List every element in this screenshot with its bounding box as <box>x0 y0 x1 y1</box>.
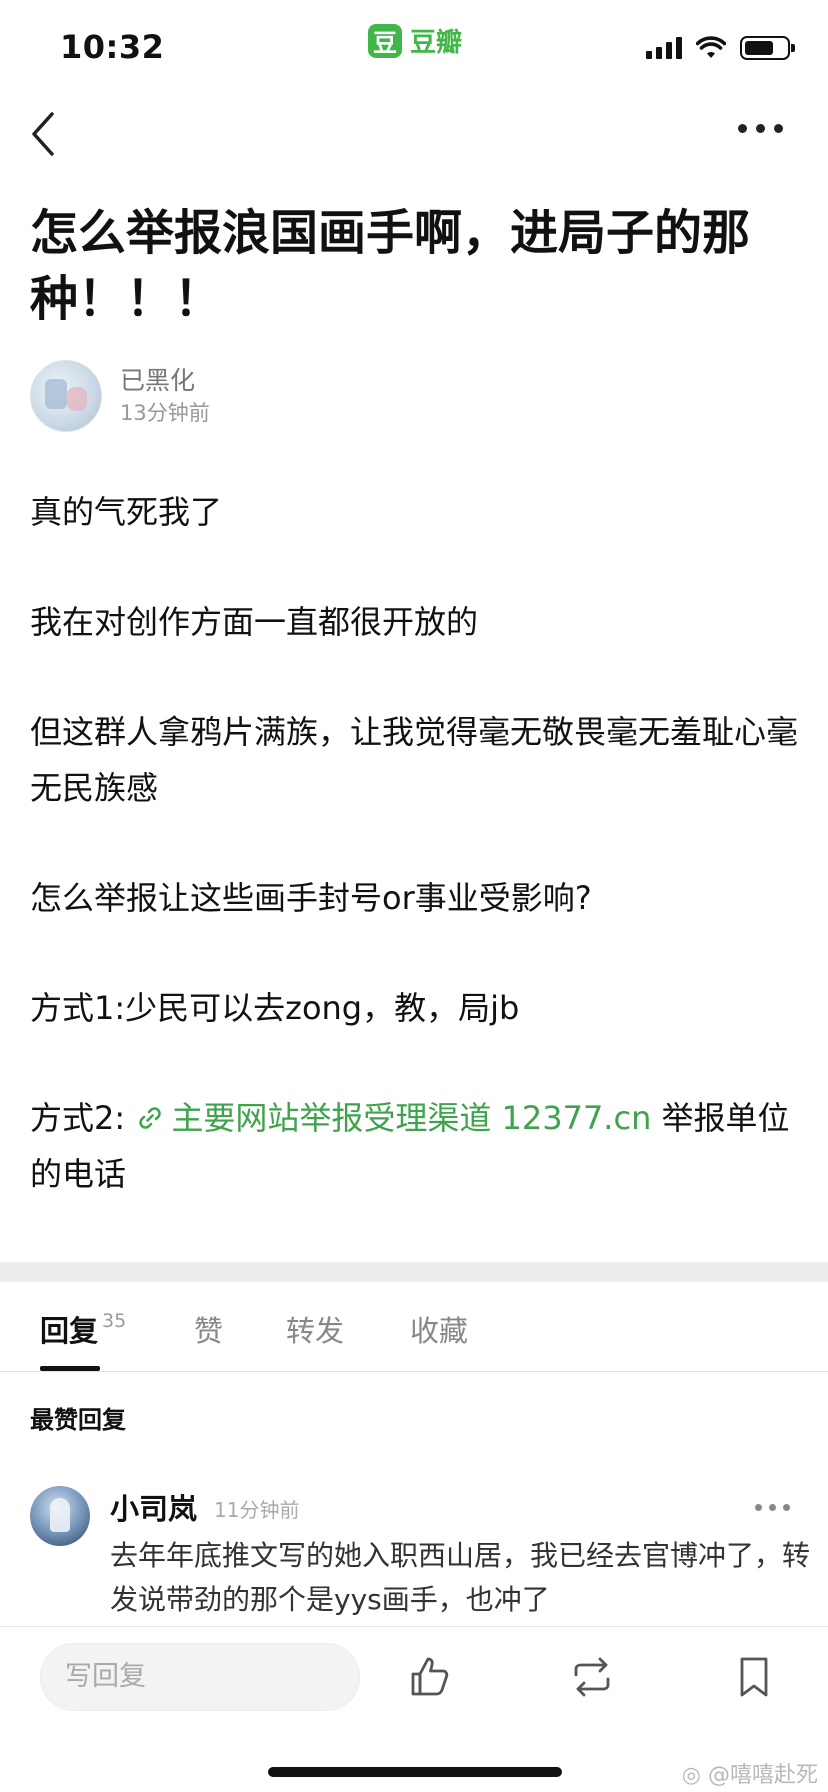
tab-reposts[interactable]: 转发 <box>286 1308 344 1350</box>
link-text: 主要网站举报受理渠道 12377.cn <box>171 1099 652 1137</box>
paragraph-prefix: 方式2: <box>30 1099 136 1137</box>
tab-collections[interactable]: 收藏 <box>410 1308 468 1350</box>
post-paragraph: 方式1:少民可以去zong，教，局jb <box>30 989 520 1027</box>
post-paragraph: 真的气死我了 <box>30 493 223 531</box>
weibo-icon: ◎ <box>681 1763 701 1788</box>
post-time: 13分钟前 <box>120 401 210 425</box>
report-site-link[interactable]: 主要网站举报受理渠道 12377.cn <box>135 1099 651 1137</box>
section-heading: 最赞回复 <box>30 1406 126 1434</box>
more-dot <box>783 1504 790 1511</box>
status-icons <box>646 36 795 60</box>
more-options-button[interactable] <box>738 118 788 138</box>
post-paragraph: 但这群人拿鸦片满族，让我觉得毫无敬畏毫无羞耻心毫无民族感 <box>30 713 799 807</box>
more-dot <box>769 1504 776 1511</box>
bottom-action-bar: 写回复 ◎ @嘻嘻赴死 <box>0 1626 828 1792</box>
douban-logo-icon: 豆 <box>368 23 402 58</box>
post-paragraph: 怎么举报让这些画手封号or事业受影响? <box>30 879 592 917</box>
more-dots-icon <box>738 123 747 133</box>
more-dot <box>756 123 765 133</box>
repost-icon[interactable] <box>568 1653 616 1701</box>
section-divider <box>0 1262 828 1282</box>
back-arrow-icon <box>32 112 54 156</box>
comment-more-button[interactable] <box>755 1504 790 1511</box>
tab-label: 回复 <box>40 1314 99 1348</box>
comment-author[interactable]: 小司岚 <box>110 1486 197 1528</box>
reply-input[interactable]: 写回复 <box>40 1643 360 1711</box>
wifi-icon <box>696 36 726 58</box>
status-time: 10:32 <box>60 28 165 66</box>
battery-icon <box>740 36 795 60</box>
post-paragraph: 方式2: 主要网站举报受理渠道 12377.cn 举报单位的电话 <box>30 1090 800 1202</box>
comment-avatar[interactable] <box>30 1486 90 1546</box>
bookmark-icon[interactable] <box>730 1653 778 1701</box>
back-button[interactable] <box>24 106 64 162</box>
reply-count: 35 <box>102 1310 127 1332</box>
thumbs-up-icon[interactable] <box>406 1653 454 1701</box>
comment-text: 去年年底推文写的她入职西山居，我已经去官博冲了，转发说带劲的那个是yys画手，也… <box>110 1539 811 1616</box>
status-bar: 10:32 豆 豆瓣 <box>0 0 828 96</box>
more-dot <box>774 123 783 133</box>
app-badge-name: 豆瓣 <box>410 28 463 58</box>
comment-time: 11分钟前 <box>214 1498 300 1522</box>
app-badge: 豆 豆瓣 <box>368 22 462 59</box>
more-dots-icon <box>755 1504 762 1511</box>
author-block[interactable]: 已黑化 13分钟前 <box>30 360 210 432</box>
tab-likes[interactable]: 赞 <box>194 1308 223 1350</box>
watermark-text: @嘻嘻赴死 <box>707 1763 818 1788</box>
weibo-watermark: ◎ @嘻嘻赴死 <box>682 1757 818 1789</box>
tab-replies[interactable]: 回复 35 <box>40 1308 126 1350</box>
author-name[interactable]: 已黑化 <box>120 364 210 398</box>
post-tabs: 回复 35 赞 转发 收藏 <box>0 1282 828 1372</box>
post-title: 怎么举报浪国画手啊，进局子的那种！！！ <box>30 205 751 327</box>
cellular-signal-icon <box>646 37 682 59</box>
home-indicator[interactable] <box>268 1767 562 1777</box>
link-icon <box>139 1107 162 1129</box>
author-avatar[interactable] <box>30 360 102 432</box>
post-paragraph: 我在对创作方面一直都很开放的 <box>30 603 479 641</box>
active-tab-indicator <box>40 1366 100 1371</box>
post-body: 真的气死我了 我在对创作方面一直都很开放的 但这群人拿鸦片满族，让我觉得毫无敬畏… <box>30 484 800 1256</box>
